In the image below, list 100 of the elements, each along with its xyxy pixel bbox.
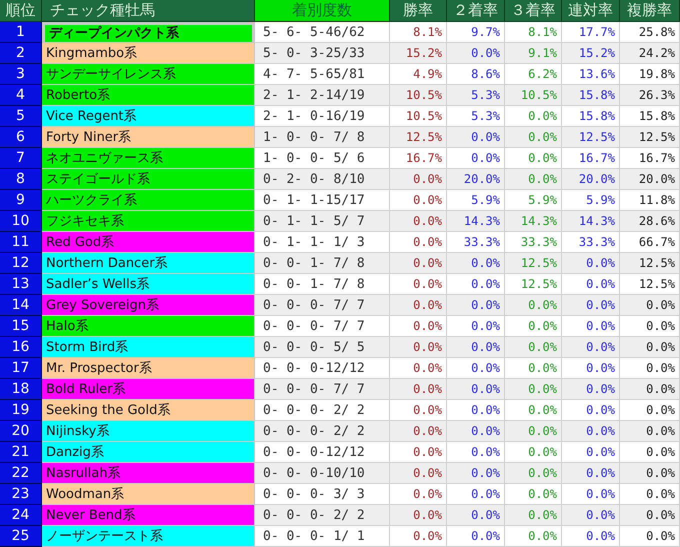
table-cell: 0- 0- 0-10/10 (255, 463, 390, 484)
table-cell: 14.3% (562, 211, 620, 232)
table-cell: 0.0% (505, 127, 562, 148)
table-cell: 0.0% (447, 295, 505, 316)
table-cell: 9 (0, 190, 42, 211)
table-cell: 17.7% (562, 22, 620, 43)
table-cell: 12.5% (505, 253, 562, 274)
table-cell: 24 (0, 505, 42, 526)
table-cell: 6.2% (505, 64, 562, 85)
table-cell: 0.0% (390, 421, 447, 442)
table-cell: 0.0% (505, 421, 562, 442)
table-cell: 0.0% (390, 526, 447, 547)
table-cell: 0- 0- 0-12/12 (255, 442, 390, 463)
table-cell: 0.0% (505, 484, 562, 505)
table-cell: Nijinsky系 (42, 421, 255, 442)
table-cell: 0- 0- 0- 2/ 2 (255, 421, 390, 442)
table-cell: 0.0% (505, 148, 562, 169)
table-cell: 24.2% (620, 43, 680, 64)
table-cell: 13.6% (562, 64, 620, 85)
table-cell: 5- 6- 5-46/62 (255, 22, 390, 43)
table-cell: Sadler’s Wells系 (42, 274, 255, 295)
table-cell: 0- 0- 1- 7/ 8 (255, 253, 390, 274)
table-cell: 0.0% (390, 400, 447, 421)
table-cell: 0.0% (620, 295, 680, 316)
table-cell: 0.0% (390, 379, 447, 400)
table-cell: 0.0% (505, 526, 562, 547)
table-cell: 0.0% (447, 358, 505, 379)
table-cell: 0.0% (562, 253, 620, 274)
table-cell: 4- 7- 5-65/81 (255, 64, 390, 85)
table-cell: Mr. Prospector系 (42, 358, 255, 379)
table-cell: 1- 0- 0- 5/ 6 (255, 148, 390, 169)
table-cell: 0- 0- 0- 1/ 1 (255, 526, 390, 547)
table-cell: サンデーサイレンス系 (42, 64, 255, 85)
table-cell: 1 (0, 22, 42, 43)
table-cell: 33.3% (505, 232, 562, 253)
table-cell: Forty Niner系 (42, 127, 255, 148)
table-cell: 0.0% (505, 442, 562, 463)
table-cell: 0.0% (620, 337, 680, 358)
table-cell: 12.5% (620, 253, 680, 274)
table-cell: 0.0% (390, 442, 447, 463)
table-cell: 9.7% (447, 22, 505, 43)
table-cell: 1- 0- 0- 7/ 8 (255, 127, 390, 148)
table-cell: 0.0% (505, 463, 562, 484)
table-cell: 0.0% (562, 316, 620, 337)
table-cell: 15 (0, 316, 42, 337)
table-cell: 0- 2- 0- 8/10 (255, 169, 390, 190)
table-cell: 0.0% (447, 148, 505, 169)
table-cell: 0.0% (620, 400, 680, 421)
table-cell: 33.3% (447, 232, 505, 253)
table-cell: 17 (0, 358, 42, 379)
table-cell: 22 (0, 463, 42, 484)
table-cell: 16 (0, 337, 42, 358)
column-header: ３着率 (505, 0, 562, 22)
table-cell: 0.0% (447, 253, 505, 274)
table-cell: 0.0% (390, 463, 447, 484)
table-cell: Storm Bird系 (42, 337, 255, 358)
table-cell: 0.0% (390, 169, 447, 190)
table-cell: 0- 0- 0- 2/ 2 (255, 400, 390, 421)
table-cell: 12 (0, 253, 42, 274)
table-cell: Danzig系 (42, 442, 255, 463)
table-cell: 15.8% (620, 106, 680, 127)
table-cell: 0.0% (447, 379, 505, 400)
table-cell: 0.0% (390, 232, 447, 253)
table-cell: 14.3% (505, 211, 562, 232)
column-header: 順位 (0, 0, 42, 22)
table-cell: 5.3% (447, 106, 505, 127)
table-cell: 0.0% (620, 316, 680, 337)
table-cell: 0.0% (505, 316, 562, 337)
table-cell: 7 (0, 148, 42, 169)
table-cell: 0.0% (505, 379, 562, 400)
table-cell: 0- 0- 0- 7/ 7 (255, 316, 390, 337)
table-cell: 0.0% (620, 442, 680, 463)
table-cell: 0.0% (447, 337, 505, 358)
table-cell: 0.0% (505, 505, 562, 526)
table-cell: Never Bend系 (42, 505, 255, 526)
table-cell: 0- 0- 0- 7/ 7 (255, 295, 390, 316)
table-cell: Red God系 (42, 232, 255, 253)
table-cell: 16.7% (620, 148, 680, 169)
table-cell: 14.3% (447, 211, 505, 232)
table-cell: Woodman系 (42, 484, 255, 505)
table-cell: 9.1% (505, 43, 562, 64)
table-cell: 0.0% (390, 484, 447, 505)
table-cell: 10.5% (505, 85, 562, 106)
table-cell: 0.0% (620, 505, 680, 526)
table-cell: 12.5% (620, 274, 680, 295)
table-cell: 21 (0, 442, 42, 463)
table-cell: 0.0% (390, 295, 447, 316)
table-cell: 16.7% (562, 148, 620, 169)
table-cell: Kingmambo系 (42, 43, 255, 64)
table-cell: Seeking the Gold系 (42, 400, 255, 421)
table-cell: 0- 1- 1-15/17 (255, 190, 390, 211)
table-cell: 0.0% (390, 505, 447, 526)
table-cell: 12.5% (562, 127, 620, 148)
table-cell: 20.0% (620, 169, 680, 190)
table-cell: 28.6% (620, 211, 680, 232)
table-cell: 2- 1- 2-14/19 (255, 85, 390, 106)
table-cell: 0.0% (562, 379, 620, 400)
table-cell: 0.0% (447, 274, 505, 295)
table-cell: 0.0% (447, 127, 505, 148)
table-cell: 0.0% (390, 316, 447, 337)
